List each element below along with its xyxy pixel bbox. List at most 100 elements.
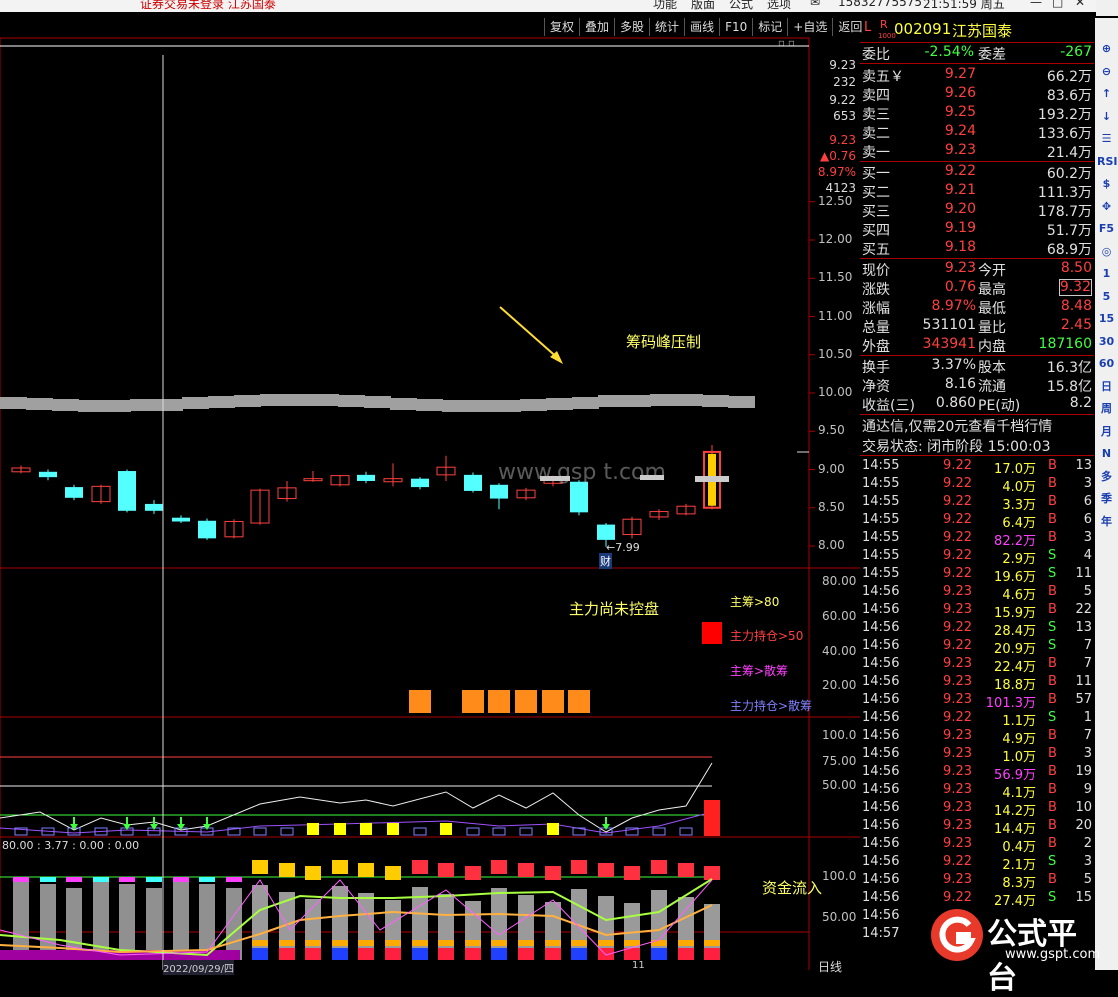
side-tool-18[interactable]: N (1097, 445, 1116, 463)
tick-side: S (1048, 620, 1057, 635)
side-tool-3[interactable]: ↓ (1097, 108, 1116, 126)
stock-name: 江苏国泰 (952, 22, 1013, 40)
side-tool-9[interactable]: ◎ (1097, 243, 1116, 261)
ind3-cap (66, 877, 82, 882)
menu-item-layout[interactable]: 版面 (691, 0, 715, 12)
tick-count: 1 (1083, 710, 1092, 725)
side-tool-2[interactable]: ↑ (1097, 85, 1116, 103)
ind3-cap (13, 877, 29, 882)
finance-marker[interactable]: 财 (599, 553, 612, 569)
side-tool-6[interactable]: $ (1097, 175, 1116, 193)
stat-row: 涨幅 8.97% 最低 8.48 (860, 298, 1094, 317)
tick-time: 14:56 (862, 854, 900, 869)
stat-value: 0.860 (935, 395, 976, 411)
watermark: www.gsp t.com (498, 460, 666, 485)
chip-band-segment (312, 394, 339, 406)
stat-label: 外盘 (862, 339, 890, 355)
side-tool-11[interactable]: 5 (1097, 288, 1116, 306)
ind3-bar-grey (146, 888, 162, 960)
tick-side: B (1048, 530, 1057, 545)
menu-item-options[interactable]: 选项 (767, 0, 791, 12)
kline-chart[interactable] (0, 16, 860, 970)
side-tool-19[interactable]: 多 (1097, 468, 1116, 486)
ask-volume: 83.6万 (1046, 88, 1092, 104)
ind2-arrowhead (123, 824, 131, 830)
minimize-icon[interactable]: — (1030, 0, 1042, 9)
side-tool-15[interactable]: 日 (1097, 378, 1116, 396)
flag-l: L (864, 20, 872, 35)
ask-volume: 66.2万 (1046, 69, 1092, 85)
tick-row: 14:56 9.22 2.1万 S 3 (860, 854, 1094, 873)
side-tool-10[interactable]: 1 (1097, 265, 1116, 283)
menu-item-formula[interactable]: 公式 (729, 0, 753, 12)
tick-volume: 22.4万 (994, 660, 1036, 675)
bid-volume: 51.7万 (1046, 223, 1092, 239)
axis-info: 9.23 (829, 133, 856, 147)
side-tool-7[interactable]: ✥ (1097, 198, 1116, 216)
bid-row: 买一 9.22 60.2万 (860, 163, 1094, 182)
price-tick-label: 10.00 (818, 385, 853, 399)
side-tool-16[interactable]: 周 (1097, 400, 1116, 418)
ind3-bar-grey (119, 884, 135, 960)
side-tool-20[interactable]: 季 (1097, 490, 1116, 508)
menu-item-function[interactable]: 功能 (653, 0, 677, 12)
side-tool-13[interactable]: 30 (1097, 333, 1116, 351)
tick-row: 14:56 9.23 8.3万 B 5 (860, 872, 1094, 891)
annotation-not-controlled: 主力尚未控盘 (569, 600, 660, 618)
trade-status: 交易状态: 闭市阶段 15:00:03 (862, 439, 1051, 455)
side-scroll-up[interactable] (1096, 0, 1118, 16)
chip-band-segment (728, 396, 755, 408)
maximize-icon[interactable]: □ (1052, 0, 1063, 9)
ind3-bar-top (252, 860, 268, 874)
title-bar: 证券交易未登录 江苏国泰 功能 版面 公式 选项 ✉ 15832775575 2… (0, 0, 1118, 12)
ind3-bar-base (545, 948, 561, 960)
bid-label: 买二 (862, 185, 890, 201)
close-icon[interactable]: ✕ (1075, 0, 1085, 9)
tick-time: 14:56 (862, 836, 900, 851)
tick-volume: 19.6万 (994, 570, 1036, 585)
ask-volume: 193.2万 (1037, 107, 1092, 123)
price-tick-label: 9.00 (818, 461, 845, 476)
tick-volume: 6.4万 (1002, 516, 1036, 531)
side-tool-0[interactable]: ⊕ (1097, 40, 1116, 58)
side-tool-1[interactable]: ⊖ (1097, 63, 1116, 81)
price-tick-label: 11.00 (818, 308, 853, 323)
ask-price: 9.23 (944, 142, 976, 158)
tick-side: B (1048, 818, 1057, 833)
chip-band-segment (260, 394, 287, 406)
ind3-cap (173, 877, 189, 882)
ind2-bar (652, 827, 666, 836)
side-tool-14[interactable]: 60 (1097, 355, 1116, 373)
ask-volume: 21.4万 (1046, 145, 1092, 161)
mail-icon[interactable]: ✉ (810, 0, 820, 9)
bid-row: 买四 9.19 51.7万 (860, 220, 1094, 239)
bid-label: 买一 (862, 166, 890, 182)
tick-time: 14:56 (862, 620, 900, 635)
axis-info: 9.22 (829, 93, 856, 107)
ind3-bar-top (279, 863, 295, 877)
side-tool-17[interactable]: 月 (1097, 423, 1116, 441)
ind3-bar-base (438, 948, 454, 960)
ind2-bar (466, 827, 480, 836)
chip-band-segment (26, 398, 53, 410)
promo-row[interactable]: 通达信,仅需20元查看千档行情 (860, 416, 1094, 435)
ask-volume: 133.6万 (1037, 126, 1092, 142)
period-label[interactable]: 日线 (818, 958, 842, 975)
tick-count: 22 (1075, 602, 1092, 617)
ind2-arrowhead (602, 824, 610, 830)
tick-row: 14:56 9.23 0.4万 B 2 (860, 836, 1094, 855)
date-end: 11 (632, 960, 645, 971)
side-tool-8[interactable]: F5 (1097, 220, 1116, 238)
promo-text[interactable]: 通达信,仅需20元查看千档行情 (862, 416, 1052, 436)
ind3-bar-mid (358, 940, 374, 946)
stat-label: 量比 (978, 320, 1006, 336)
tick-time: 14:55 (862, 566, 900, 581)
tick-volume: 3.3万 (1002, 498, 1036, 513)
side-tool-12[interactable]: 15 (1097, 310, 1116, 328)
side-tool-5[interactable]: RSI (1097, 153, 1118, 171)
ind2-bar (253, 827, 267, 836)
side-tool-21[interactable]: 年 (1097, 513, 1116, 531)
tick-row: 14:56 9.23 4.1万 B 9 (860, 782, 1094, 801)
tick-volume: 0.4万 (1002, 840, 1036, 855)
side-tool-4[interactable]: ☰ (1097, 130, 1116, 148)
